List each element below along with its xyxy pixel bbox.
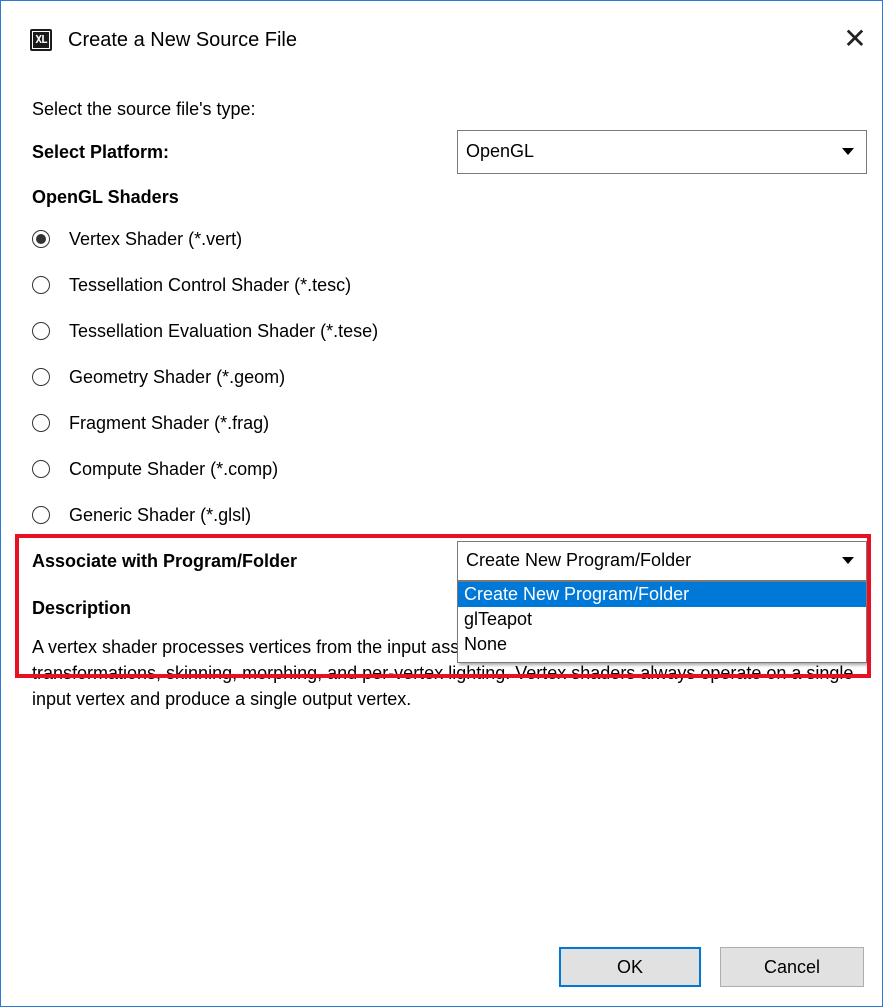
shader-option-label: Vertex Shader (*.vert) <box>69 229 243 249</box>
window-title: Create a New Source File <box>68 29 297 51</box>
close-icon[interactable]: ✕ <box>837 23 873 59</box>
dialog-window: XL Create a New Source File ✕ Select the… <box>0 0 883 1007</box>
dropdown-option[interactable]: Create New Program/Folder <box>458 582 866 607</box>
shader-option-label: Tessellation Control Shader (*.tesc) <box>69 275 352 295</box>
radio-button[interactable] <box>32 322 50 340</box>
dropdown-option[interactable]: glTeapot <box>458 607 866 632</box>
instructions-label: Select the source file's type: <box>32 99 256 119</box>
chevron-down-icon <box>842 557 854 564</box>
dropdown-option[interactable]: None <box>458 632 866 657</box>
description-heading: Description <box>32 598 132 618</box>
platform-select-value: OpenGL <box>466 141 535 161</box>
associate-label: Associate with Program/Folder <box>32 551 298 571</box>
shader-option-label: Geometry Shader (*.geom) <box>69 367 286 387</box>
associate-select[interactable]: Create New Program/Folder <box>457 541 867 581</box>
radio-button[interactable] <box>32 368 50 386</box>
cancel-button[interactable]: Cancel <box>720 947 864 987</box>
app-logo-text: XL <box>32 31 50 49</box>
ok-button[interactable]: OK <box>559 947 701 987</box>
associate-select-value: Create New Program/Folder <box>466 550 692 570</box>
radio-button[interactable] <box>32 414 50 432</box>
radio-button[interactable] <box>32 506 50 524</box>
title-bar: XL Create a New Source File ✕ <box>1 1 882 79</box>
shader-option-label: Compute Shader (*.comp) <box>69 459 279 479</box>
chevron-down-icon <box>842 148 854 155</box>
platform-label: Select Platform: <box>32 142 170 162</box>
radio-button[interactable] <box>32 230 50 248</box>
platform-select[interactable]: OpenGL <box>457 130 867 174</box>
shader-option-label: Generic Shader (*.glsl) <box>69 505 252 525</box>
radio-button[interactable] <box>32 276 50 294</box>
shader-option-label: Tessellation Evaluation Shader (*.tese) <box>69 321 379 341</box>
shaders-heading: OpenGL Shaders <box>32 187 179 207</box>
app-logo-icon: XL <box>30 29 52 51</box>
associate-dropdown-list: Create New Program/Folder glTeapot None <box>457 581 867 663</box>
shader-option-label: Fragment Shader (*.frag) <box>69 413 270 433</box>
radio-button[interactable] <box>32 460 50 478</box>
